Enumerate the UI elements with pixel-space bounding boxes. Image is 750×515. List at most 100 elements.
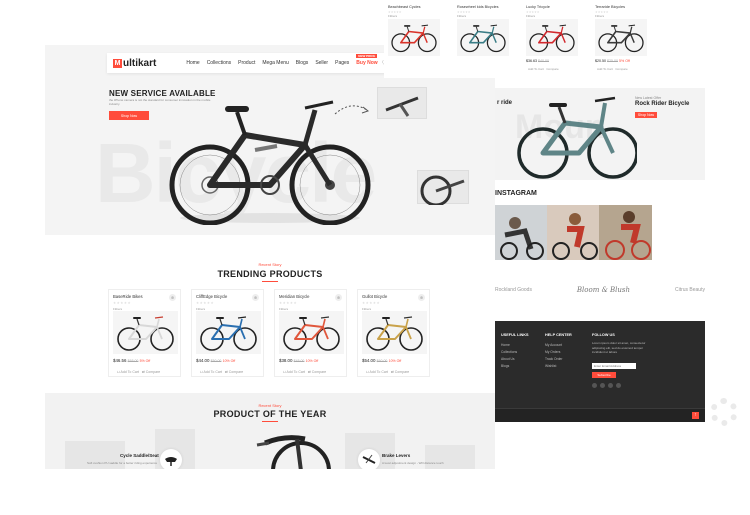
product-card[interactable]: CliffEdge Bicycle ⊕ ★★★★★ Fitbers $44.00…	[191, 289, 264, 377]
compare-icon[interactable]: ⇄	[142, 370, 145, 374]
quickview-icon[interactable]: ⊕	[335, 294, 342, 301]
add-to-cart-link[interactable]: Add To Cart	[528, 67, 544, 71]
product-image[interactable]	[279, 311, 344, 354]
brand-logo[interactable]: Bloom & Blush	[577, 286, 630, 294]
product-card[interactable]: BaseRide Bikes ⊕ ★★★★★ Fitbers $46.56 $6…	[108, 289, 181, 377]
twitter-icon[interactable]	[600, 383, 605, 388]
quickview-icon[interactable]: ⊕	[418, 294, 425, 301]
compare-icon[interactable]: ⇄	[391, 370, 394, 374]
add-to-cart-link[interactable]: Add To Cart	[370, 370, 388, 374]
instagram-title-text: INSTAGRAM	[495, 190, 537, 197]
brand-logo[interactable]: Rockland Goods	[495, 287, 532, 293]
brand-logo[interactable]: Citrus Beauty	[675, 287, 705, 293]
instagram-photo[interactable]	[599, 205, 652, 260]
cart-icon[interactable]: ⊔	[366, 370, 369, 374]
footer-link[interactable]: My Account	[545, 343, 562, 347]
footer-link[interactable]: My Orders	[545, 350, 560, 354]
product-price: $54.00 $60.00 10% Off	[362, 358, 402, 363]
facebook-icon[interactable]	[592, 383, 597, 388]
cart-icon[interactable]: ⊔	[283, 370, 286, 374]
product-image[interactable]	[196, 311, 261, 354]
product-name[interactable]: CliffEdge Bicycle	[196, 294, 227, 299]
nav-collections[interactable]: Collections	[207, 60, 231, 66]
product-name[interactable]: Rosewheel kids Bicycles	[457, 5, 499, 9]
feature-brake-desc: A level adjustment design - Will distanc…	[382, 461, 444, 465]
product-image[interactable]	[595, 19, 647, 56]
instagram-gallery	[495, 205, 652, 260]
quickview-icon[interactable]: ⊕	[252, 294, 259, 301]
product-image[interactable]	[362, 311, 427, 354]
handlebar-image	[385, 96, 419, 117]
quickview-icon[interactable]: ⊕	[169, 294, 176, 301]
poty-title: PRODUCT OF THE YEAR	[213, 409, 327, 419]
add-to-cart-link[interactable]: Add To Cart	[597, 67, 613, 71]
hero-shop-button[interactable]: Shop Now	[109, 111, 149, 120]
bike-image	[117, 316, 174, 351]
bike-image	[460, 24, 506, 53]
compare-icon[interactable]: ⇄	[225, 370, 228, 374]
product-card[interactable]: Lucky Tricycle ★★★★★ Fitbers $36.63 $40.…	[524, 0, 582, 78]
compare-link[interactable]: Compare	[395, 370, 409, 374]
footer-bottom-bar: ↑	[495, 408, 705, 422]
product-image[interactable]	[526, 19, 578, 56]
product-name[interactable]: BaseRide Bikes	[113, 294, 143, 299]
product-name[interactable]: Terraride Bicycles	[595, 5, 625, 9]
add-to-cart-link[interactable]: Add To Cart	[121, 370, 139, 374]
promo-banner[interactable]: Moun r ride New Latest Offer Rock Rider …	[495, 88, 705, 180]
nav-blogs[interactable]: Blogs	[296, 60, 309, 66]
nav-product[interactable]: Product	[238, 60, 255, 66]
product-image[interactable]	[113, 311, 178, 354]
poty-eyebrow: Recent Story	[258, 403, 282, 408]
product-name[interactable]: Lucky Tricycle	[526, 5, 550, 9]
subscribe-button[interactable]: Subscribe	[592, 372, 616, 378]
compare-link[interactable]: Compare	[312, 370, 326, 374]
footer-link[interactable]: Track Order	[545, 357, 562, 361]
product-name[interactable]: Gullot Bicycle	[362, 294, 387, 299]
footer-link[interactable]: Wishlist	[545, 364, 556, 368]
detail-thumb-handlebar[interactable]	[377, 87, 427, 119]
footer-link[interactable]: Blogs	[501, 364, 509, 368]
product-card[interactable]: Rosewheel kids Bicycles ★★★★★ Fitbers	[455, 0, 513, 78]
product-name[interactable]: Beachbeast Cycles	[388, 5, 421, 9]
product-image[interactable]	[457, 19, 509, 56]
product-actions: Add To Cart Compare	[597, 67, 628, 71]
nav-mega-menu[interactable]: Mega Menu	[262, 60, 288, 66]
add-to-cart-link[interactable]: Add To Cart	[204, 370, 222, 374]
trending-underline	[262, 281, 278, 282]
linkedin-icon[interactable]	[608, 383, 613, 388]
logo[interactable]: M ultikart	[113, 58, 156, 69]
banner-shop-button[interactable]: Shop Now	[635, 112, 657, 118]
compare-link[interactable]: Compare	[229, 370, 243, 374]
footer-col1-title: USEFUL LINKS	[501, 333, 529, 337]
nav-home[interactable]: Home	[186, 60, 199, 66]
cart-icon[interactable]: ⊔	[117, 370, 120, 374]
footer: USEFUL LINKS Home Collections About Us B…	[495, 321, 705, 422]
nav-seller[interactable]: Seller	[315, 60, 328, 66]
scroll-top-button[interactable]: ↑	[692, 412, 699, 419]
product-card[interactable]: Terraride Bicycles ★★★★★ Fitbers $20.50 …	[593, 0, 651, 78]
footer-link[interactable]: About Us	[501, 357, 515, 361]
instagram-photo[interactable]	[495, 205, 547, 260]
product-card[interactable]: Beachbeast Cycles ★★★★★ Fitbers	[386, 0, 444, 78]
brand-logos: Rockland Goods Bloom & Blush Citrus Beau…	[495, 283, 705, 297]
product-name[interactable]: Meridian Bicycle	[279, 294, 310, 299]
compare-link[interactable]: Compare	[146, 370, 160, 374]
footer-link[interactable]: Home	[501, 343, 510, 347]
wheel-detail-image	[420, 175, 465, 207]
footer-link[interactable]: Collections	[501, 350, 517, 354]
instagram-icon[interactable]	[616, 383, 621, 388]
product-price: $38.00 $45.00 10% Off	[279, 358, 319, 363]
detail-thumb-wheel[interactable]	[417, 170, 469, 207]
instagram-photo[interactable]	[547, 205, 599, 260]
add-to-cart-link[interactable]: Add To Cart	[287, 370, 305, 374]
nav-pages[interactable]: Pages	[335, 60, 349, 66]
product-card[interactable]: Meridian Bicycle ⊕ ★★★★★ Fitbers $38.00 …	[274, 289, 347, 377]
compare-link[interactable]: Compare	[546, 67, 558, 71]
buy-now-link[interactable]: NEW PRICE Buy Now	[356, 54, 378, 66]
product-image[interactable]	[388, 19, 440, 56]
email-input[interactable]	[592, 363, 636, 369]
product-card[interactable]: Gullot Bicycle ⊕ ★★★★★ Fitbers $54.00 $6…	[357, 289, 430, 377]
compare-link[interactable]: Compare	[615, 67, 627, 71]
cart-icon[interactable]: ⊔	[200, 370, 203, 374]
compare-icon[interactable]: ⇄	[308, 370, 311, 374]
